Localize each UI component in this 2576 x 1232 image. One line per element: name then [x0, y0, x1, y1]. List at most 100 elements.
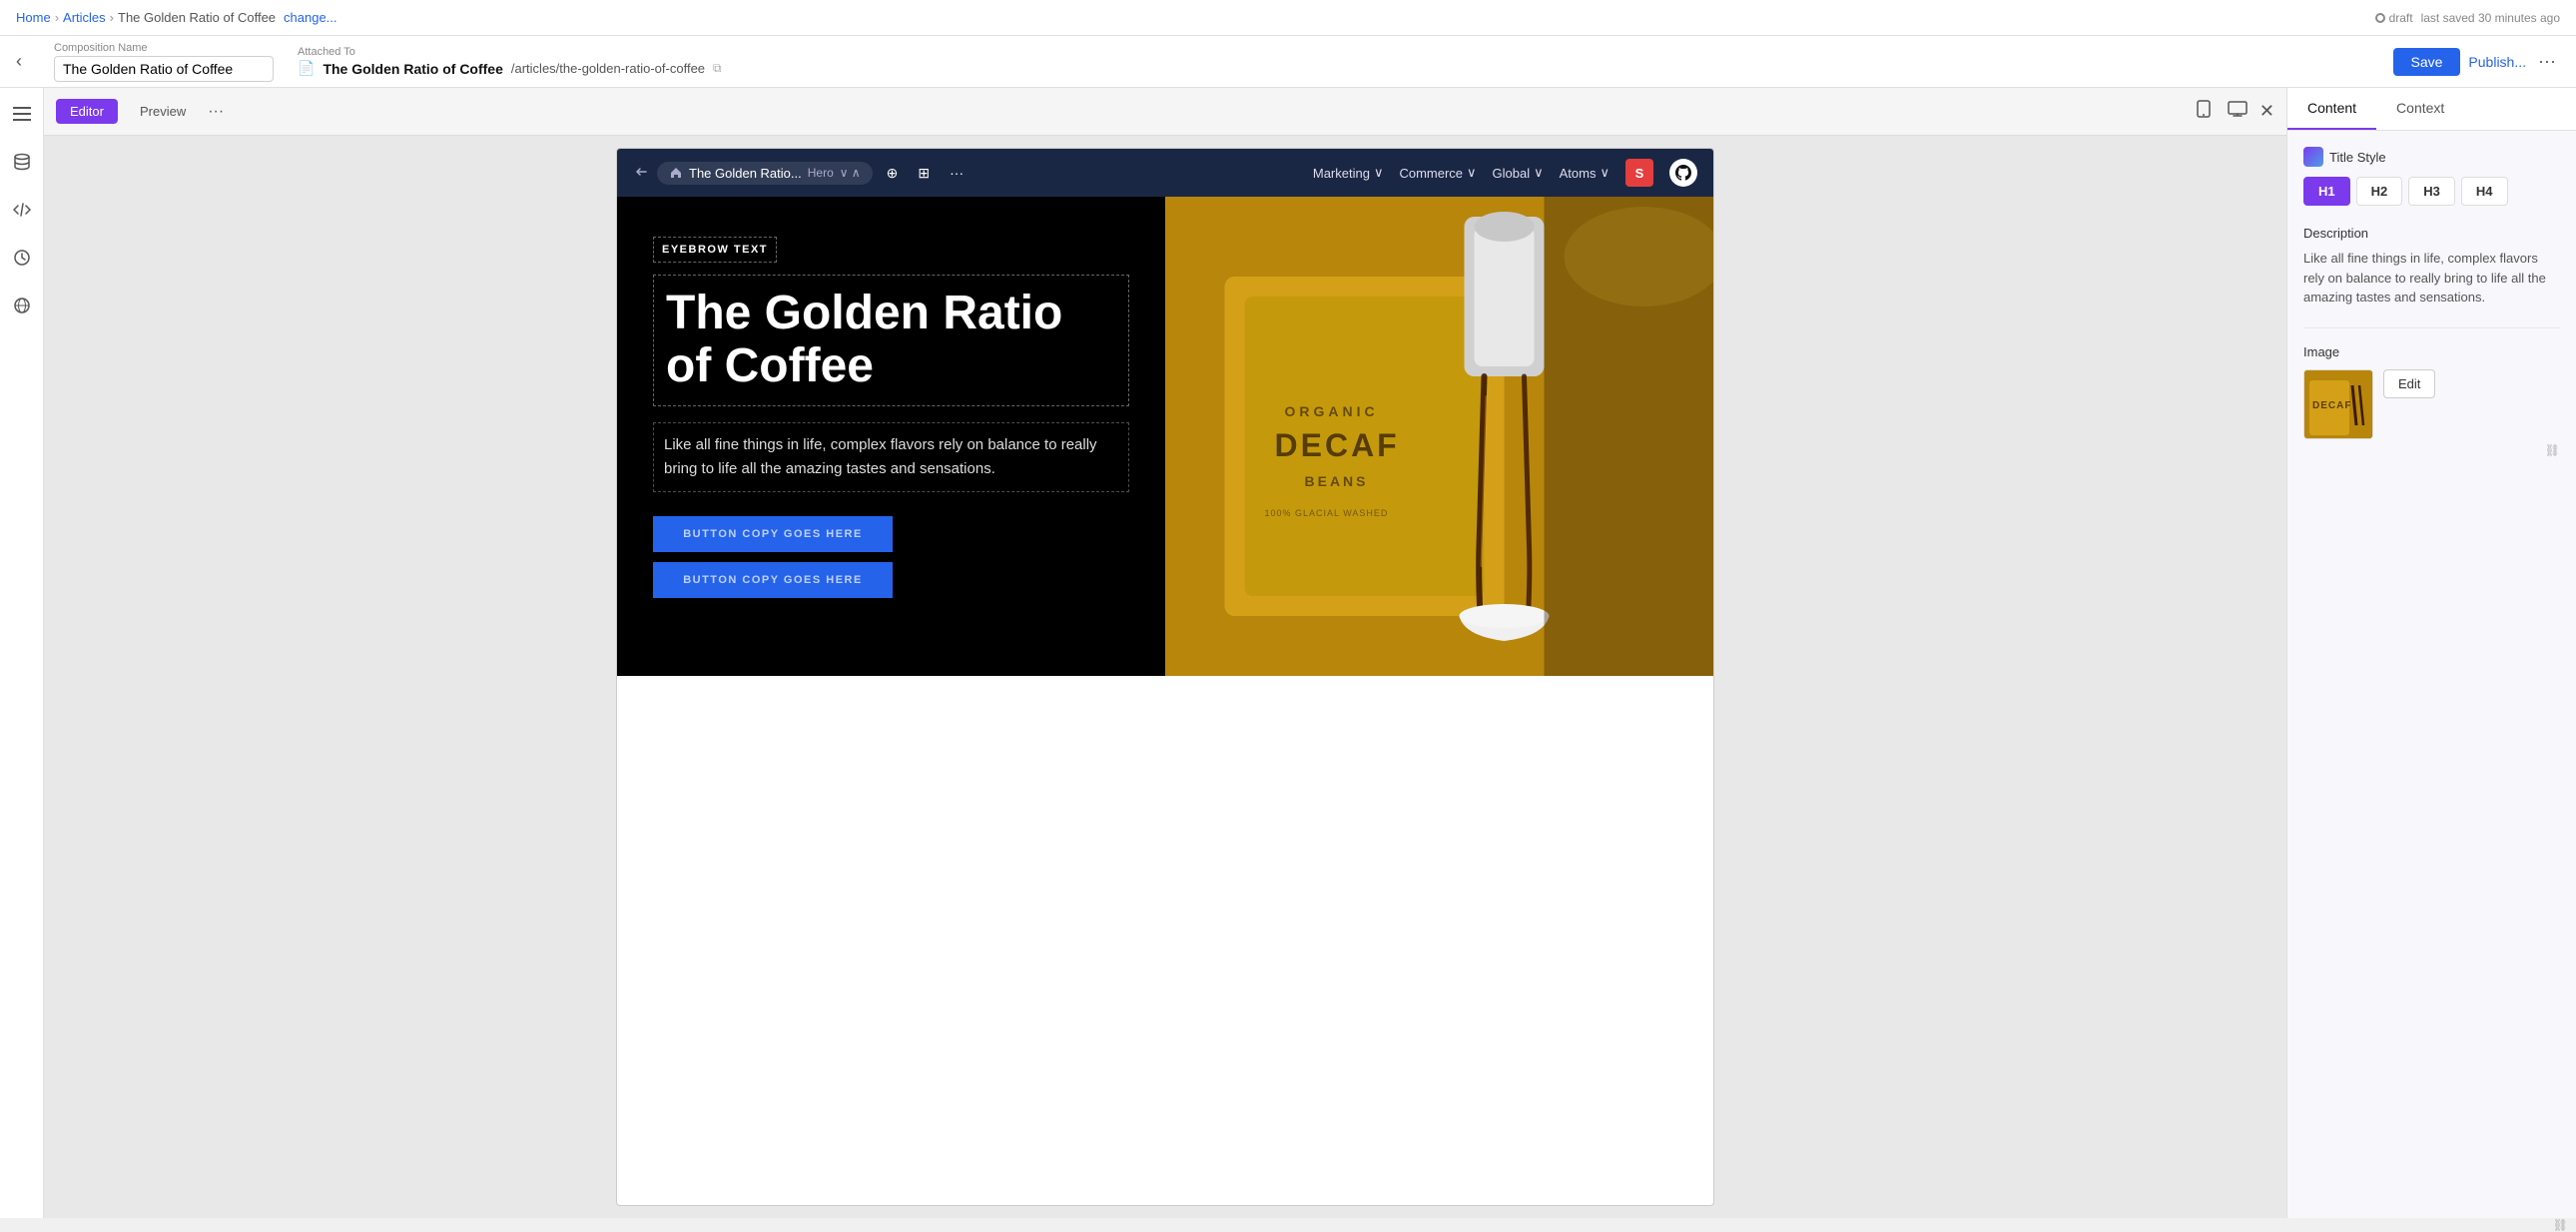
nav-storefront-avatar: S [1625, 159, 1653, 187]
svg-text:DECAF: DECAF [1275, 427, 1400, 463]
nav-commerce[interactable]: Commerce ∨ [1399, 165, 1476, 181]
image-link-icon[interactable]: ⛓ [2545, 443, 2560, 457]
tab-editor[interactable]: Editor [56, 99, 118, 124]
canvas-back-button[interactable] [633, 164, 649, 183]
breadcrumb-sep2: › [110, 10, 114, 25]
breadcrumb-home[interactable]: Home [16, 10, 51, 25]
main-layout: Editor Preview ··· ✕ [0, 88, 2576, 1218]
back-button[interactable]: ‹ [16, 51, 22, 72]
svg-text:ORGANIC: ORGANIC [1285, 403, 1379, 419]
title-style-icon [2303, 147, 2323, 167]
title-style-label-text: Title Style [2329, 150, 2386, 165]
mobile-preview-button[interactable] [2192, 96, 2216, 127]
hero-title-box[interactable]: The Golden Ratio of Coffee [653, 275, 1129, 406]
breadcrumb-change[interactable]: change... [284, 10, 337, 25]
attached-row: 📄 The Golden Ratio of Coffee /articles/t… [298, 60, 722, 77]
toolbar-right: ✕ [2192, 96, 2274, 127]
hero-title: The Golden Ratio of Coffee [666, 288, 1116, 393]
attached-section: Attached To 📄 The Golden Ratio of Coffee… [298, 46, 722, 77]
panel-tabs: Content Context [2287, 88, 2576, 131]
top-bar: Home › Articles › The Golden Ratio of Co… [0, 0, 2576, 36]
svg-text:DECAF: DECAF [2312, 400, 2351, 411]
hero-left: EYEBROW TEXT The Golden Ratio of Coffee … [617, 197, 1165, 676]
canvas-nav: The Golden Ratio... Hero ∨ ∧ ⊕ ⊞ ··· Mar… [617, 149, 1713, 197]
nav-github-icon[interactable] [1669, 159, 1697, 187]
composition-bar: ‹ Composition Name Attached To 📄 The Gol… [0, 36, 2576, 88]
hero-description: Like all fine things in life, complex fl… [664, 433, 1118, 481]
eyebrow-text: EYEBROW TEXT [653, 237, 777, 263]
h2-button[interactable]: H2 [2356, 177, 2403, 206]
nav-target-button[interactable]: ⊕ [881, 161, 905, 186]
sidebar-icon-globe[interactable] [8, 292, 36, 319]
tab-context[interactable]: Context [2376, 88, 2464, 130]
canvas-nav-left: The Golden Ratio... Hero ∨ ∧ ⊕ ⊞ ··· [633, 161, 969, 186]
hero-image: ORGANIC DECAF BEANS 100% GLACIAL WASHED [1165, 197, 1713, 676]
hero-button-2[interactable]: BUTTON COPY GOES HERE [653, 562, 893, 598]
sidebar-icon-database[interactable] [8, 148, 36, 176]
sidebar-icon-history[interactable] [8, 244, 36, 272]
breadcrumb-sep1: › [55, 10, 59, 25]
attached-to-label: Attached To [298, 46, 722, 58]
top-bar-right: draft last saved 30 minutes ago [2375, 11, 2560, 25]
close-button[interactable]: ✕ [2259, 101, 2274, 122]
component-breadcrumb: The Golden Ratio... Hero ∨ ∧ [657, 162, 873, 185]
image-edit-button[interactable]: Edit [2383, 369, 2435, 398]
description-text: Like all fine things in life, complex fl… [2303, 249, 2560, 308]
composition-section: Composition Name [54, 42, 274, 82]
editor-area: Editor Preview ··· ✕ [44, 88, 2286, 1218]
breadcrumb-articles[interactable]: Articles [63, 10, 106, 25]
component-type: Hero [808, 166, 834, 180]
sidebar-icon-menu[interactable] [8, 100, 36, 128]
title-style-header: Title Style [2303, 147, 2560, 167]
copy-icon[interactable]: ⧉ [713, 61, 722, 76]
editor-toolbar: Editor Preview ··· ✕ [44, 88, 2286, 136]
toolbar-more-button[interactable]: ··· [208, 103, 224, 121]
home-mini-icon [669, 166, 683, 180]
tab-preview[interactable]: Preview [126, 99, 200, 124]
svg-text:BEANS: BEANS [1305, 473, 1369, 489]
image-controls: Edit [2383, 369, 2435, 398]
comp-name-label: Composition Name [54, 42, 274, 54]
publish-button[interactable]: Publish... [2468, 54, 2526, 70]
left-sidebar [0, 88, 44, 1218]
tab-content[interactable]: Content [2287, 88, 2376, 130]
svg-text:100% GLACIAL WASHED: 100% GLACIAL WASHED [1265, 508, 1389, 518]
sidebar-icon-code[interactable] [8, 196, 36, 224]
more-options-button[interactable]: ··· [2534, 47, 2560, 76]
nav-grid-button[interactable]: ⊞ [912, 161, 936, 186]
nav-global[interactable]: Global ∨ [1493, 165, 1544, 181]
image-thumbnail[interactable]: DECAF [2303, 369, 2373, 439]
canvas-nav-right: Marketing ∨ Commerce ∨ Global ∨ Atoms [1313, 159, 1697, 187]
doc-icon: 📄 [298, 60, 315, 77]
nav-more-button[interactable]: ··· [944, 161, 969, 185]
nav-marketing[interactable]: Marketing ∨ [1313, 165, 1384, 181]
hero-right: ORGANIC DECAF BEANS 100% GLACIAL WASHED [1165, 197, 1713, 676]
breadcrumb: Home › Articles › The Golden Ratio of Co… [16, 10, 337, 25]
last-saved: last saved 30 minutes ago [2421, 11, 2560, 25]
title-style-section: Title Style H1 H2 H3 H4 [2303, 147, 2560, 206]
attached-url: /articles/the-golden-ratio-of-coffee [511, 61, 705, 76]
hero-section: EYEBROW TEXT The Golden Ratio of Coffee … [617, 197, 1713, 676]
h4-button[interactable]: H4 [2461, 177, 2508, 206]
h1-button[interactable]: H1 [2303, 177, 2350, 206]
hero-desc-box[interactable]: Like all fine things in life, complex fl… [653, 422, 1129, 492]
panel-divider [2303, 327, 2560, 328]
nav-atoms[interactable]: Atoms ∨ [1560, 165, 1610, 181]
image-thumbnail-container: DECAF Edit [2303, 369, 2560, 439]
hero-button-1[interactable]: BUTTON COPY GOES HERE [653, 516, 893, 552]
panel-content: Title Style H1 H2 H3 H4 Description Like… [2287, 131, 2576, 493]
comp-name-input[interactable] [54, 56, 274, 82]
canvas-container: The Golden Ratio... Hero ∨ ∧ ⊕ ⊞ ··· Mar… [44, 136, 2286, 1218]
breadcrumb-page: The Golden Ratio of Coffee [118, 10, 276, 25]
save-button[interactable]: Save [2393, 48, 2461, 76]
comp-nav-arrows: ∨ ∧ [840, 166, 861, 180]
draft-indicator: draft [2375, 11, 2413, 25]
image-section: Image DECAF Edit [2303, 344, 2560, 457]
draft-dot [2375, 13, 2385, 23]
attached-doc-name: The Golden Ratio of Coffee [322, 61, 502, 77]
h3-button[interactable]: H3 [2408, 177, 2455, 206]
desktop-preview-button[interactable] [2224, 97, 2252, 126]
right-panel: Content Context Title Style H1 H2 H3 H4 … [2286, 88, 2576, 1218]
component-name: The Golden Ratio... [689, 166, 802, 181]
heading-buttons: H1 H2 H3 H4 [2303, 177, 2560, 206]
